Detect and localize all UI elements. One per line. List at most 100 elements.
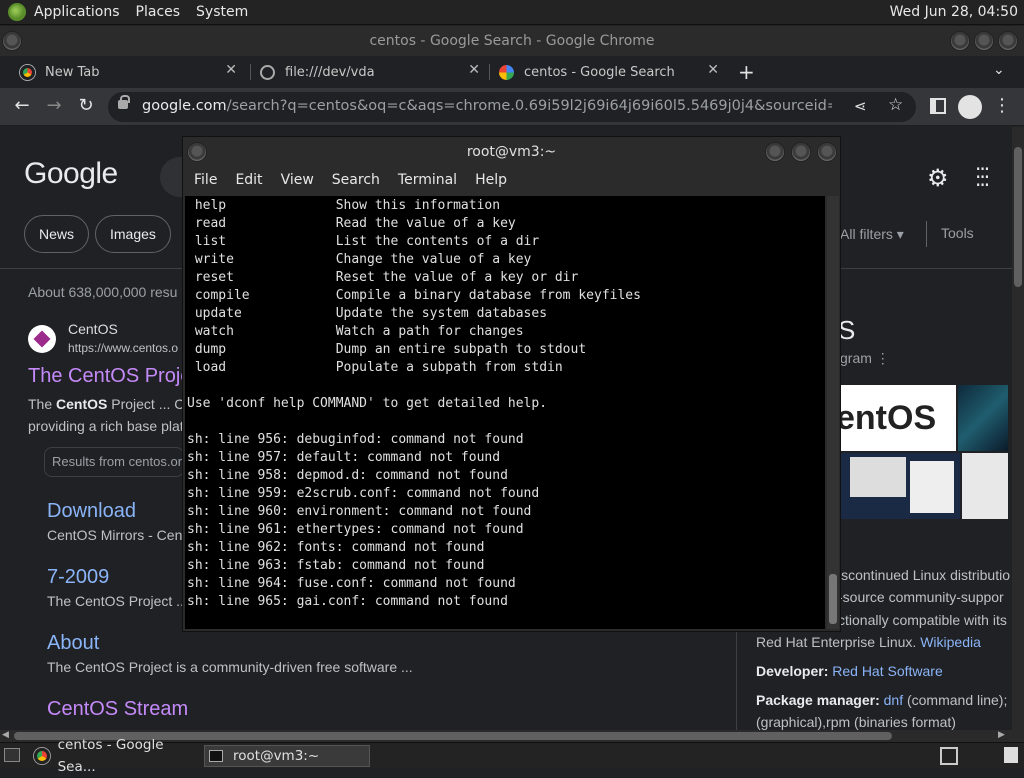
google-logo[interactable]: Google <box>24 157 118 191</box>
terminal-icon <box>209 750 223 762</box>
news-chip[interactable]: News <box>24 215 90 253</box>
window-title: centos - Google Search - Google Chrome <box>369 33 655 49</box>
terminal-menu-view[interactable]: View <box>272 172 323 188</box>
close-tab-icon[interactable]: ✕ <box>468 62 480 78</box>
clock[interactable]: Wed Jun 28, 04:50 <box>890 0 1018 25</box>
terminal-maximize-button[interactable] <box>791 142 811 162</box>
show-desktop-icon[interactable] <box>4 748 20 762</box>
page-vertical-scrollbar[interactable] <box>1012 127 1024 730</box>
sitelink-centos-stream[interactable]: CentOS Stream <box>47 698 188 721</box>
kp-thumbnail-3[interactable] <box>962 453 1008 519</box>
maximize-button[interactable] <box>974 31 994 51</box>
kp-package-manager-line2: (graphical),rpm (binaries format) <box>756 714 956 730</box>
sitelink-download-desc: CentOS Mirrors - Cent <box>47 527 187 543</box>
sitelink-download[interactable]: Download <box>47 500 136 523</box>
new-tab-icon[interactable]: + <box>738 60 755 84</box>
chrome-menu-icon[interactable]: ⋮ <box>990 95 1014 116</box>
profile-avatar-icon[interactable] <box>958 95 982 119</box>
results-from-site-text[interactable]: Results from centos.or <box>52 454 182 469</box>
taskbar-item-terminal[interactable]: root@vm3:~ <box>204 745 370 767</box>
centos-favicon <box>28 325 56 353</box>
address-bar[interactable]: google.com/search?q=centos&oq=c&aqs=chro… <box>108 92 916 122</box>
tab-bar: New Tab ✕ file:///dev/vda ✕ centos - Goo… <box>0 56 1024 88</box>
kp-package-manager: Package manager: dnf (command line); P <box>756 692 1012 708</box>
tab-new-tab[interactable]: New Tab ✕ <box>20 56 245 88</box>
terminal-window-menu-button[interactable] <box>187 142 207 162</box>
side-panel-icon[interactable] <box>930 98 946 114</box>
dnf-link[interactable]: dnf <box>884 692 903 708</box>
tab-file-dev-vda[interactable]: file:///dev/vda ✕ <box>260 56 488 88</box>
terminal-menu-file[interactable]: File <box>185 172 226 188</box>
terminal-menu-edit[interactable]: Edit <box>226 172 271 188</box>
url-text[interactable]: google.com/search?q=centos&oq=c&aqs=chro… <box>142 98 832 114</box>
browser-toolbar: ← → ↻ google.com/search?q=centos&oq=c&aq… <box>0 88 1024 126</box>
result-title-link[interactable]: The CentOS Proje <box>28 365 191 388</box>
developer-link[interactable]: Red Hat Software <box>832 663 943 679</box>
result-count: About 638,000,000 resu <box>28 284 178 300</box>
close-window-button[interactable] <box>998 31 1018 51</box>
images-chip[interactable]: Images <box>95 215 171 253</box>
forward-icon[interactable]: → <box>42 95 66 116</box>
system-menu[interactable]: System <box>188 0 256 25</box>
back-icon[interactable]: ← <box>10 95 34 116</box>
close-tab-icon[interactable]: ✕ <box>707 62 719 78</box>
tab-label: centos - Google Search <box>524 64 675 80</box>
minimize-button[interactable] <box>950 31 970 51</box>
tab-centos-google-search[interactable]: centos - Google Search ✕ <box>499 56 727 88</box>
taskbar-item-label: centos - Google Sea... <box>57 737 164 775</box>
terminal-window[interactable]: root@vm3:~ File Edit View Search Termina… <box>182 136 841 632</box>
reload-icon[interactable]: ↻ <box>74 95 98 116</box>
window-menu-button[interactable] <box>2 31 22 51</box>
terminal-menu-terminal[interactable]: Terminal <box>389 172 466 188</box>
taskbar-item-label: root@vm3:~ <box>233 748 320 764</box>
terminal-menubar: File Edit View Search Terminal Help <box>183 167 840 193</box>
chrome-icon <box>34 748 50 764</box>
applications-icon[interactable] <box>8 3 26 21</box>
tools-button[interactable]: Tools <box>941 225 974 241</box>
terminal-output-area[interactable]: help Show this information read Read the… <box>185 196 825 629</box>
result-snippet-line1: The CentOS Project ... Co <box>28 396 193 412</box>
terminal-title: root@vm3:~ <box>466 144 557 160</box>
bottom-taskbar: centos - Google Sea... root@vm3:~ <box>0 737 1024 775</box>
bookmark-star-icon[interactable]: ☆ <box>888 95 903 115</box>
top-panel: Applications Places System Wed Jun 28, 0… <box>0 0 1024 25</box>
apps-grid-icon[interactable]: ··· ··· ··· <box>975 159 995 195</box>
terminal-scrollbar[interactable] <box>827 196 839 629</box>
result-site-name[interactable]: CentOS <box>68 321 118 337</box>
sitelink-about[interactable]: About <box>47 632 99 655</box>
terminal-minimize-button[interactable] <box>765 142 785 162</box>
all-filters-button[interactable]: All filters ▾ <box>840 226 904 243</box>
centos-logo-image[interactable]: entOS <box>840 385 956 451</box>
places-menu[interactable]: Places <box>128 0 189 25</box>
terminal-menu-search[interactable]: Search <box>323 172 389 188</box>
kp-subtitle: gram ⋮ <box>840 350 890 366</box>
workspace-switcher-icon[interactable] <box>940 747 958 765</box>
kp-developer: Developer: Red Hat Software <box>756 663 943 679</box>
terminal-output: help Show this information read Read the… <box>187 198 641 609</box>
kp-desc-line2: -source community-suppor <box>838 589 1004 605</box>
terminal-close-button[interactable] <box>817 142 837 162</box>
trash-icon[interactable] <box>1004 747 1018 763</box>
settings-gear-icon[interactable]: ⚙ <box>927 164 949 192</box>
terminal-menu-help[interactable]: Help <box>466 172 516 188</box>
result-snippet-line2: providing a rich base plat <box>28 418 184 434</box>
share-icon[interactable]: ⋖ <box>854 97 867 115</box>
sitelink-7-2009-desc: The CentOS Project ... <box>47 593 188 609</box>
wikipedia-link[interactable]: Wikipedia <box>920 634 981 650</box>
lock-icon[interactable] <box>118 95 130 109</box>
close-tab-icon[interactable]: ✕ <box>225 62 237 78</box>
chrome-window-title: centos - Google Search - Google Chrome <box>0 26 1024 56</box>
tab-search-chevron-icon[interactable]: ⌄ <box>993 62 1005 78</box>
applications-menu[interactable]: Applications <box>26 0 128 25</box>
google-icon <box>499 64 514 80</box>
sitelink-7-2009[interactable]: 7-2009 <box>47 566 109 589</box>
kp-thumbnail-1[interactable] <box>958 385 1008 451</box>
result-site-url[interactable]: https://www.centos.o <box>68 341 178 355</box>
tab-label: New Tab <box>45 64 100 80</box>
kp-thumbnail-2[interactable] <box>840 453 960 519</box>
kp-desc-line1: iscontinued Linux distributio <box>838 567 1010 583</box>
kp-desc-line3: ctionally compatible with its <box>838 612 1007 628</box>
sitelink-about-desc: The CentOS Project is a community-driven… <box>47 659 413 675</box>
taskbar-item-chrome[interactable]: centos - Google Sea... <box>34 737 200 775</box>
kp-desc-line4: Red Hat Enterprise Linux. Wikipedia <box>756 634 981 650</box>
